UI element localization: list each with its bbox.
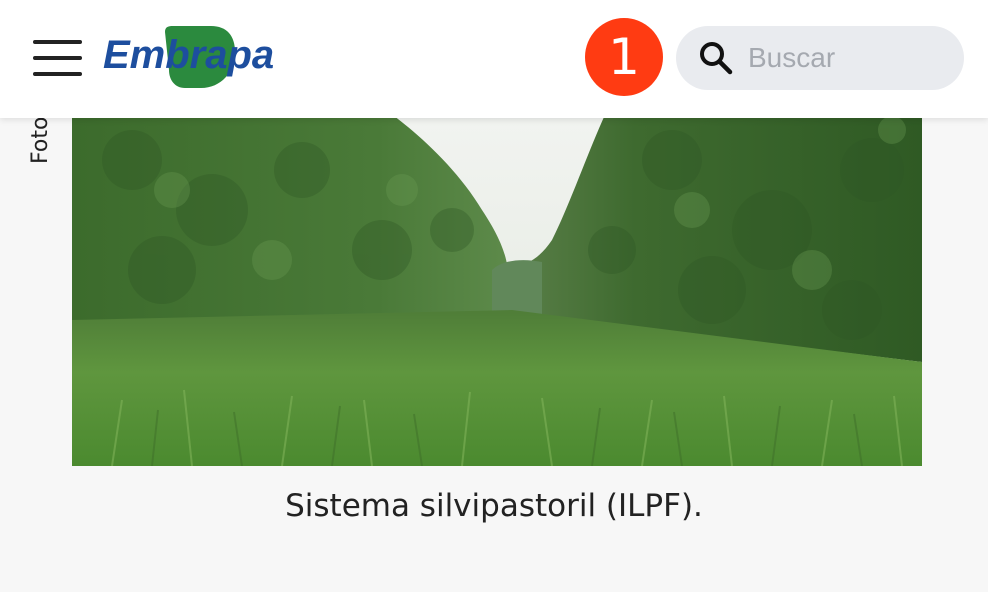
menu-bar-top (33, 40, 82, 44)
embrapa-logo-graphic: Embrapa (103, 26, 274, 88)
photo-credit: Foto (28, 108, 56, 178)
page: Embrapa 1 Foto (0, 0, 988, 592)
menu-icon[interactable] (33, 38, 83, 78)
menu-bar-middle (33, 56, 82, 60)
image-caption: Sistema silvipastoril (ILPF). (285, 488, 703, 524)
photo-credit-text: Foto (28, 116, 53, 164)
search-bar[interactable] (676, 26, 964, 90)
notification-badge[interactable]: 1 (585, 18, 663, 96)
logo-wordmark: Embrapa (103, 33, 274, 77)
top-header: Embrapa 1 (0, 0, 988, 118)
photo-graphic (72, 100, 922, 466)
silvopastoral-photo (72, 100, 922, 466)
menu-bar-bottom (33, 72, 82, 76)
embrapa-logo[interactable]: Embrapa (103, 24, 283, 92)
search-input[interactable] (748, 26, 948, 90)
search-icon[interactable] (698, 40, 734, 76)
